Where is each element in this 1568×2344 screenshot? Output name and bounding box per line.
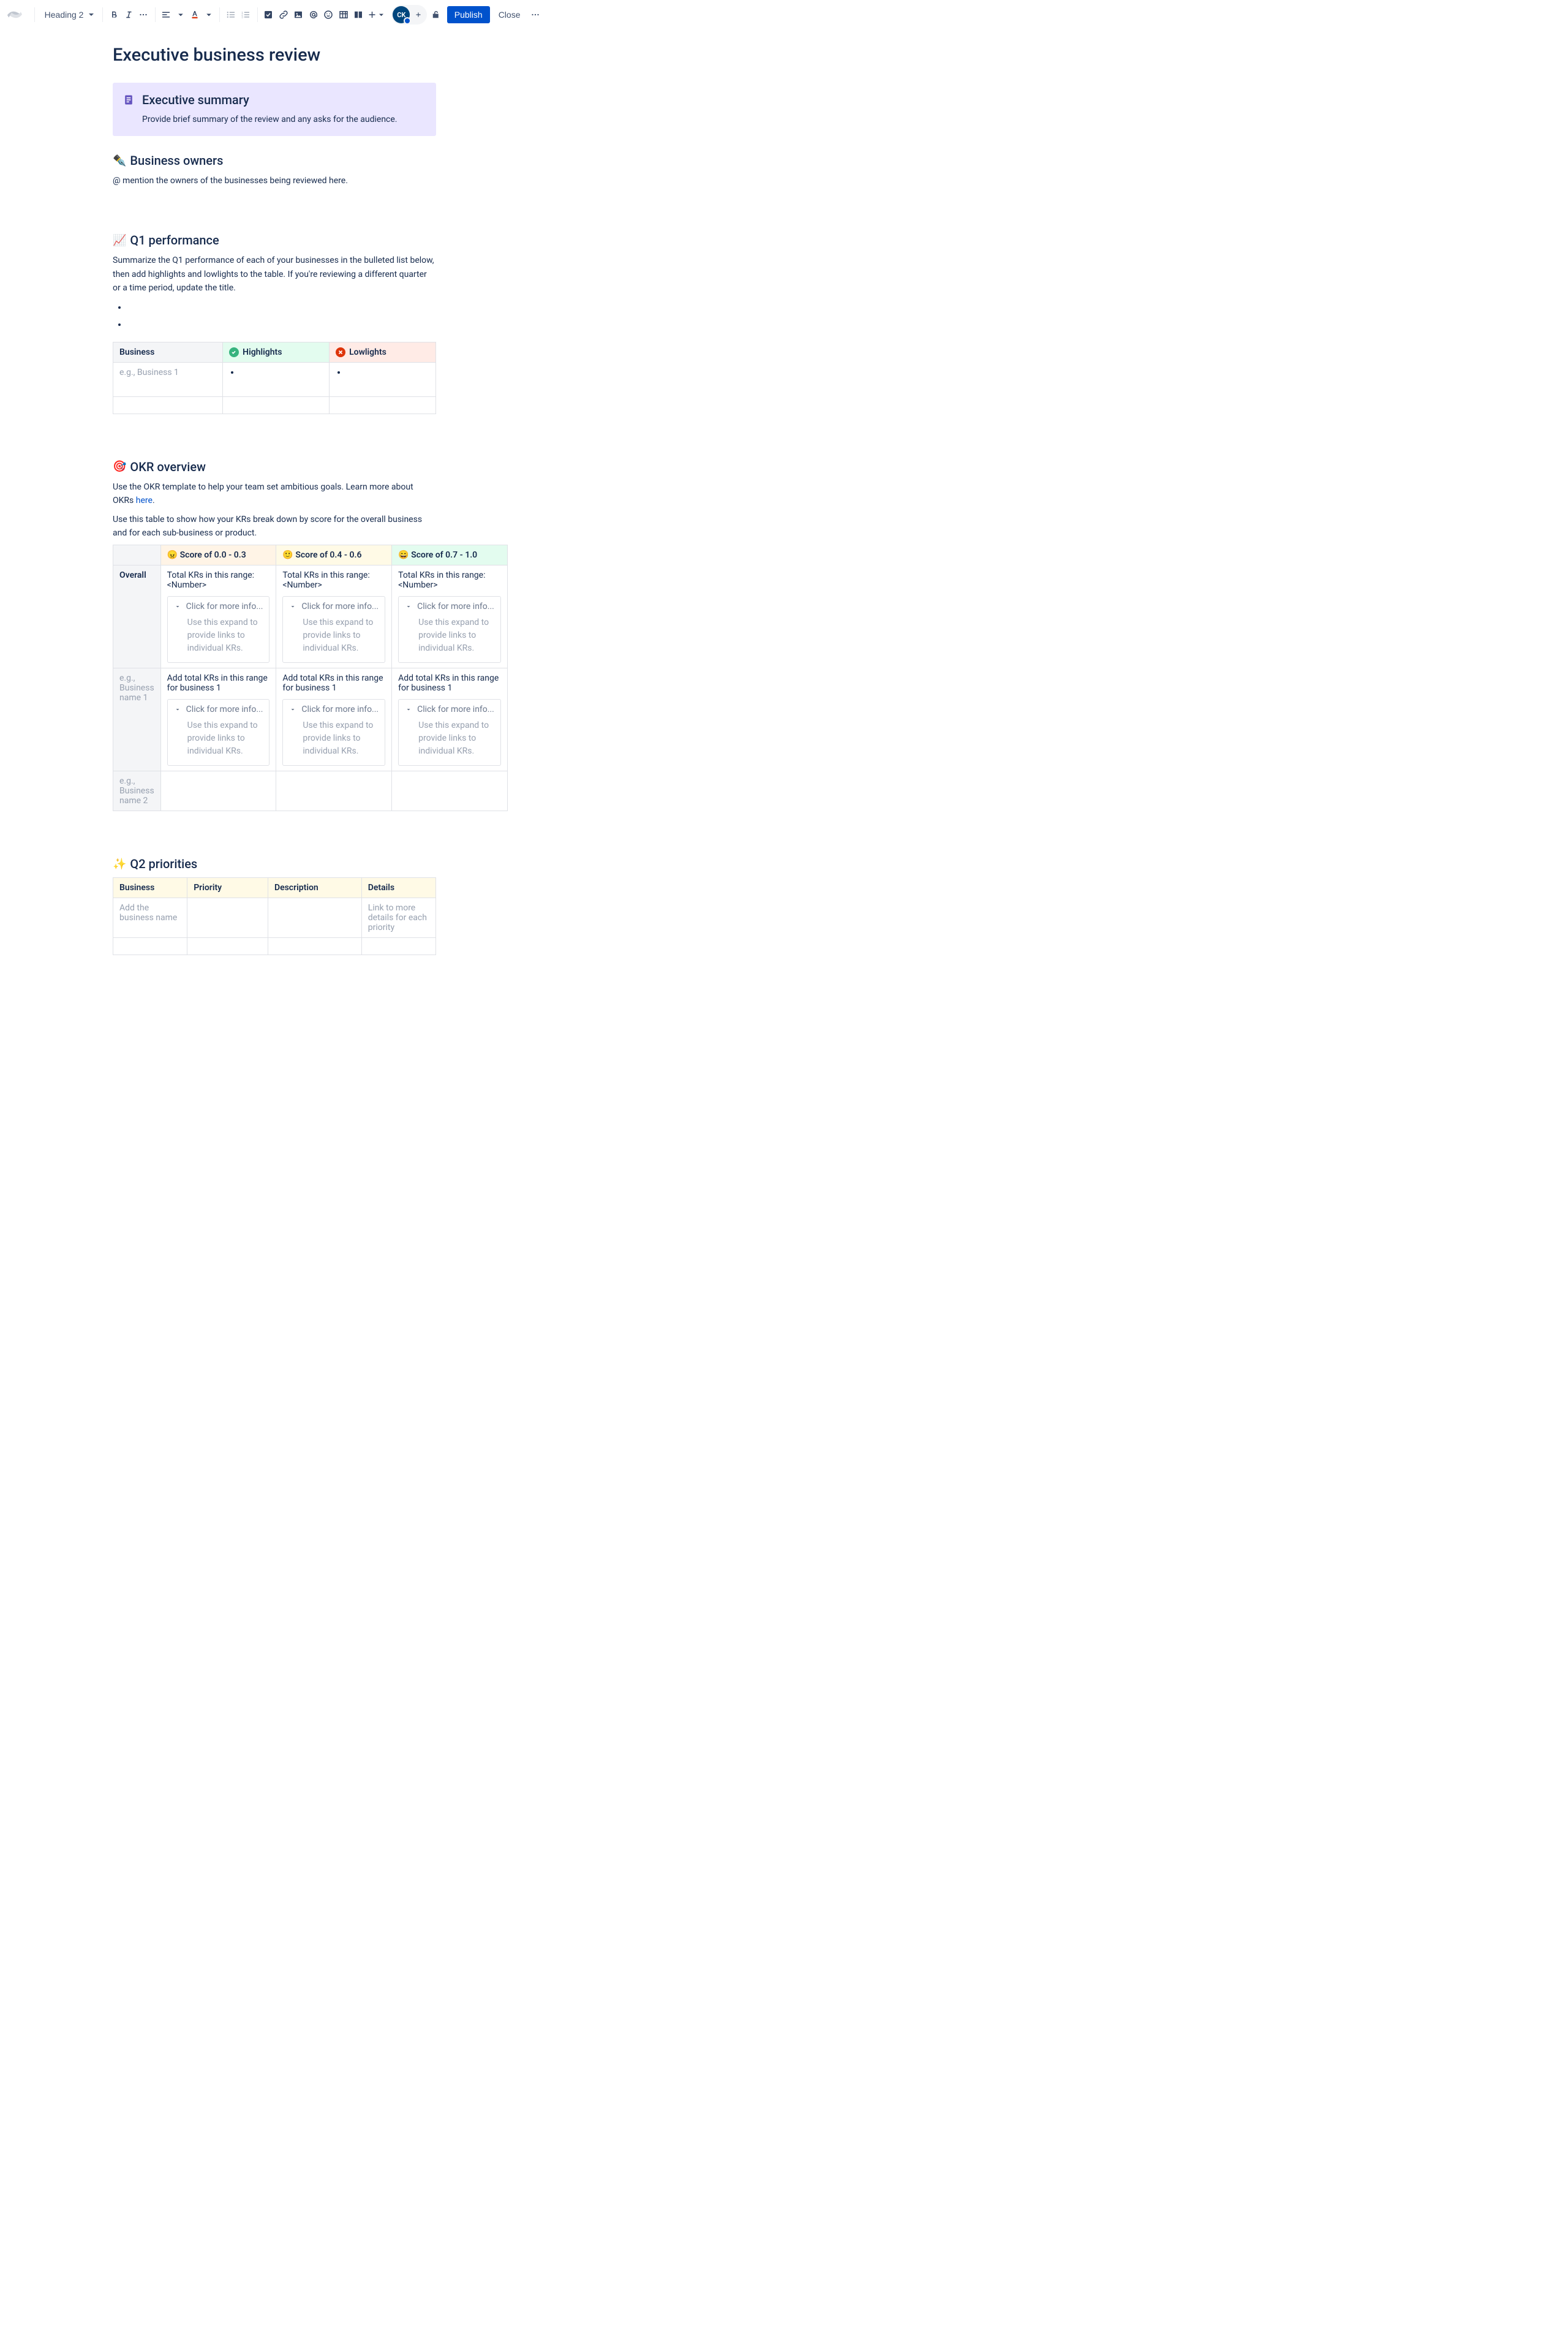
svg-text:3: 3 xyxy=(242,15,244,18)
invite-button[interactable] xyxy=(411,7,426,22)
close-button[interactable]: Close xyxy=(492,6,527,23)
text-color-button[interactable] xyxy=(189,5,201,25)
expand[interactable]: Click for more info... Use this expand t… xyxy=(167,596,270,663)
okr-th-mid[interactable]: 🙂 Score of 0.4 - 0.6 xyxy=(276,545,392,565)
table-row[interactable]: Overall Total KRs in this range: <Number… xyxy=(113,565,508,668)
chevron-down-icon xyxy=(174,603,181,610)
q1-bullet-list[interactable] xyxy=(113,303,436,332)
layouts-button[interactable] xyxy=(352,5,364,25)
sparkle-emoji: ✨ xyxy=(113,858,126,871)
q2-heading[interactable]: ✨Q2 priorities xyxy=(113,856,436,871)
publish-button[interactable]: Publish xyxy=(447,6,490,23)
chevron-down-icon xyxy=(405,706,412,713)
q2-th-business[interactable]: Business xyxy=(113,878,187,898)
okr-link[interactable]: here xyxy=(136,496,153,505)
collaborators: CK xyxy=(391,5,427,25)
expand[interactable]: Click for more info... Use this expand t… xyxy=(282,596,385,663)
image-button[interactable] xyxy=(292,5,304,25)
chevron-down-icon xyxy=(174,706,181,713)
q1-body[interactable]: Summarize the Q1 performance of each of … xyxy=(113,254,436,295)
q1-th-highlights[interactable]: Highlights xyxy=(223,342,330,362)
text-color-chevron[interactable] xyxy=(203,5,214,25)
editor-toolbar: Heading 2 123 CK Publish Close xyxy=(0,0,549,30)
page-title[interactable]: Executive business review xyxy=(113,45,436,66)
bold-button[interactable] xyxy=(107,5,119,25)
text-style-select[interactable]: Heading 2 xyxy=(40,7,97,22)
chevron-down-icon xyxy=(289,603,296,610)
panel-body: Provide brief summary of the review and … xyxy=(142,113,426,126)
italic-button[interactable] xyxy=(123,5,135,25)
table-row[interactable]: e.g., Business 1 xyxy=(113,362,436,396)
table-row[interactable]: e.g., Business name 2 xyxy=(113,771,508,811)
check-icon xyxy=(229,347,239,357)
okr-heading[interactable]: 🎯OKR overview xyxy=(113,459,436,474)
expand[interactable]: Click for more info... Use this expand t… xyxy=(167,699,270,766)
emoji-button[interactable] xyxy=(322,5,334,25)
insert-button[interactable] xyxy=(367,5,386,25)
confluence-logo xyxy=(7,7,22,22)
okr-body2[interactable]: Use this table to show how your KRs brea… xyxy=(113,513,436,540)
pen-emoji: ✒️ xyxy=(113,154,126,167)
q1-heading[interactable]: 📈Q1 performance xyxy=(113,233,436,248)
more-formatting-button[interactable] xyxy=(137,5,149,25)
align-chevron[interactable] xyxy=(175,5,186,25)
summary-panel[interactable]: Executive summary Provide brief summary … xyxy=(113,83,436,136)
table-row[interactable]: e.g., Business name 1 Add total KRs in t… xyxy=(113,668,508,771)
expand[interactable]: Click for more info... Use this expand t… xyxy=(398,596,501,663)
table-row[interactable]: Add the business name Link to more detai… xyxy=(113,898,436,938)
link-button[interactable] xyxy=(277,5,290,25)
table-row[interactable] xyxy=(113,938,436,955)
q2-th-priority[interactable]: Priority xyxy=(187,878,268,898)
align-button[interactable] xyxy=(160,5,172,25)
q2-th-details[interactable]: Details xyxy=(361,878,435,898)
action-item-button[interactable] xyxy=(262,5,274,25)
okr-body1[interactable]: Use the OKR template to help your team s… xyxy=(113,480,436,508)
chart-emoji: 📈 xyxy=(113,234,126,247)
okr-th-low[interactable]: 😠 Score of 0.0 - 0.3 xyxy=(160,545,276,565)
target-emoji: 🎯 xyxy=(113,460,126,473)
table-button[interactable] xyxy=(337,5,349,25)
okr-th-empty[interactable] xyxy=(113,545,161,565)
page-content: Executive business review Executive summ… xyxy=(54,30,495,997)
chevron-down-icon xyxy=(289,706,296,713)
chevron-down-icon xyxy=(405,603,412,610)
expand[interactable]: Click for more info... Use this expand t… xyxy=(282,699,385,766)
list-item[interactable] xyxy=(127,320,436,332)
q1-th-business[interactable]: Business xyxy=(113,342,223,362)
owners-body[interactable]: @ mention the owners of the businesses b… xyxy=(113,174,436,187)
list-item[interactable] xyxy=(127,303,436,315)
okr-th-high[interactable]: 😄 Score of 0.7 - 1.0 xyxy=(392,545,508,565)
table-row[interactable] xyxy=(113,396,436,414)
mention-button[interactable] xyxy=(307,5,320,25)
cross-icon xyxy=(336,347,345,357)
q2-th-description[interactable]: Description xyxy=(268,878,361,898)
expand[interactable]: Click for more info... Use this expand t… xyxy=(398,699,501,766)
q1-table[interactable]: Business Highlights Lowlights e.g., Busi… xyxy=(113,342,436,414)
numbered-list-button[interactable]: 123 xyxy=(239,5,252,25)
owners-heading[interactable]: ✒️Business owners xyxy=(113,153,436,168)
avatar[interactable]: CK xyxy=(393,6,410,23)
restrictions-button[interactable] xyxy=(429,5,442,25)
bullet-list-button[interactable] xyxy=(225,5,237,25)
panel-note-icon xyxy=(123,94,135,106)
q2-table[interactable]: Business Priority Description Details Ad… xyxy=(113,877,436,955)
q1-th-lowlights[interactable]: Lowlights xyxy=(330,342,436,362)
more-actions-button[interactable] xyxy=(529,5,541,25)
okr-table[interactable]: 😠 Score of 0.0 - 0.3 🙂 Score of 0.4 - 0.… xyxy=(113,545,508,811)
panel-title: Executive summary xyxy=(142,93,426,107)
